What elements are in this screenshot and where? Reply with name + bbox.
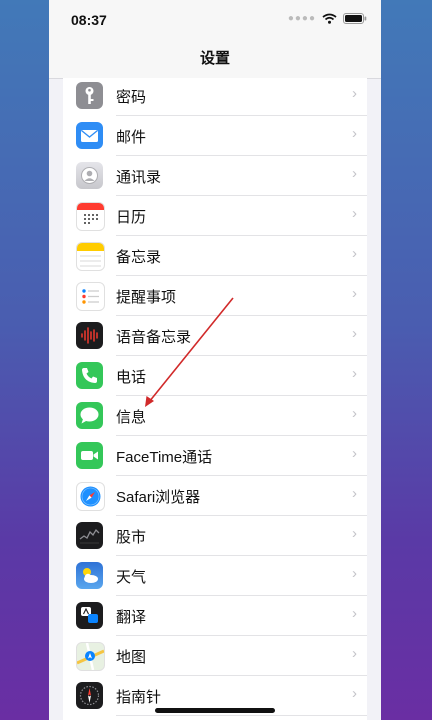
safari-icon [76,482,105,511]
settings-row-label: Safari浏览器 [116,489,201,506]
maps-icon [76,642,105,671]
chevron-right-icon: › [352,485,357,502]
notes-icon [76,242,105,271]
settings-row-label: 备忘录 [116,249,162,266]
settings-row-label: 股市 [116,529,147,546]
chevron-right-icon: › [352,125,357,142]
settings-row-label: 日历 [116,209,147,226]
settings-row-notes[interactable]: 备忘录 › [63,236,367,276]
settings-row-mail[interactable]: 邮件 › [63,116,367,156]
settings-row-stocks[interactable]: 股市 › [63,516,367,556]
contacts-icon [76,162,103,189]
settings-row-label: 提醒事项 [116,289,177,306]
chevron-right-icon: › [352,645,357,662]
messages-icon [76,402,103,429]
settings-row-label: FaceTime通话 [116,449,213,466]
row-separator [116,715,367,716]
calendar-icon [76,202,105,231]
signal-icon: ●●●● [287,13,316,24]
chevron-right-icon: › [352,245,357,262]
settings-row-messages[interactable]: 信息 › [63,396,367,436]
settings-row-safari[interactable]: Safari浏览器 › [63,476,367,516]
chevron-right-icon: › [352,325,357,342]
phone-icon [76,362,103,389]
wifi-icon [322,13,337,24]
settings-row-passwords[interactable]: 密码 › [63,78,367,116]
chevron-right-icon: › [352,405,357,422]
battery-icon [343,13,367,24]
chevron-right-icon: › [352,365,357,382]
facetime-icon [76,442,103,469]
settings-row-reminders[interactable]: 提醒事项 › [63,276,367,316]
status-bar: 08:37 ●●●● [49,0,381,40]
home-indicator [155,708,275,713]
settings-row-label: 通讯录 [116,169,162,186]
chevron-right-icon: › [352,605,357,622]
settings-row-label: 电话 [116,369,147,386]
chevron-right-icon: › [352,205,357,222]
status-time: 08:37 [71,12,107,28]
chevron-right-icon: › [352,565,357,582]
settings-row-label: 邮件 [116,129,147,146]
settings-row-label: 密码 [116,89,147,106]
settings-row-voice-memos[interactable]: 语音备忘录 › [63,316,367,356]
chevron-right-icon: › [352,85,357,102]
settings-row-label: 语音备忘录 [116,329,192,346]
stocks-icon [76,522,103,549]
settings-row-label: 信息 [116,409,147,426]
compass-icon [76,682,103,709]
phone-screen: 08:37 ●●●● 设置 密码 › 邮件 › 通讯录 › 日历 › 备忘录 ›… [49,0,381,720]
reminders-icon [76,282,105,311]
chevron-right-icon: › [352,165,357,182]
settings-row-label: 地图 [116,649,147,666]
mail-icon [76,122,103,149]
chevron-right-icon: › [352,685,357,702]
settings-row-translate[interactable]: 翻译 › [63,596,367,636]
page-title: 设置 [199,50,230,67]
settings-row-phone[interactable]: 电话 › [63,356,367,396]
chevron-right-icon: › [352,525,357,542]
settings-row-label: 天气 [116,569,147,586]
voice-memos-icon [76,322,103,349]
weather-icon [76,562,103,589]
status-icons: ●●●● [288,13,367,24]
key-icon [76,82,103,109]
settings-row-facetime[interactable]: FaceTime通话 › [63,436,367,476]
translate-icon [76,602,103,629]
settings-row-label: 指南针 [116,689,162,706]
settings-row-weather[interactable]: 天气 › [63,556,367,596]
chevron-right-icon: › [352,445,357,462]
settings-list: 密码 › 邮件 › 通讯录 › 日历 › 备忘录 › 提醒事项 › 语音备忘录 … [63,78,367,720]
settings-row-label: 翻译 [116,609,147,626]
chevron-right-icon: › [352,285,357,302]
settings-row-maps[interactable]: 地图 › [63,636,367,676]
navigation-bar: 设置 [49,40,381,79]
settings-row-calendar[interactable]: 日历 › [63,196,367,236]
settings-row-contacts[interactable]: 通讯录 › [63,156,367,196]
